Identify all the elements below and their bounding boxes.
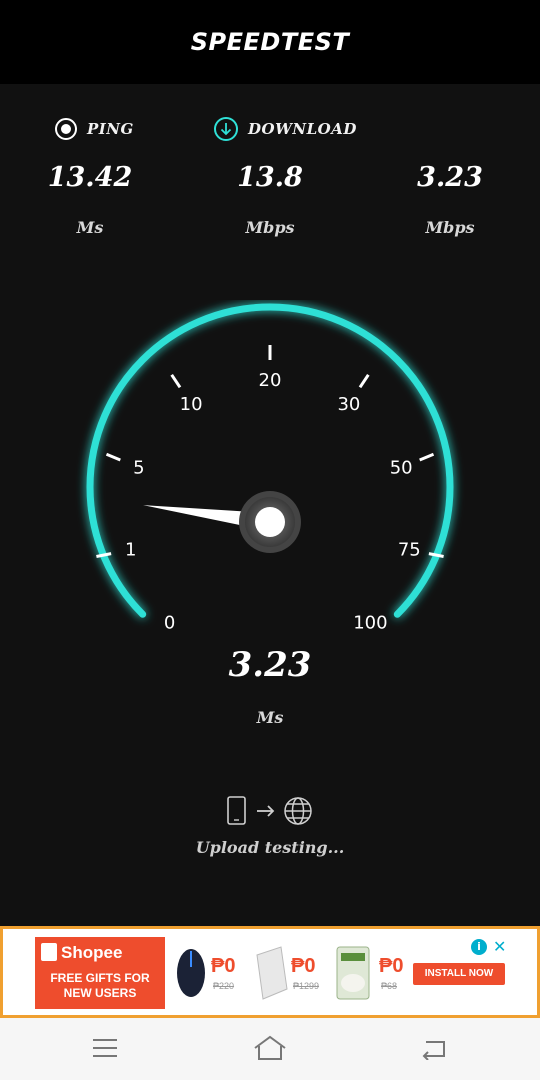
- ping-unit: Ms: [76, 218, 104, 237]
- gauge-scale-label: 1: [125, 540, 136, 561]
- gauge-scale-label: 50: [390, 458, 413, 479]
- product-price: ₱0: [291, 955, 316, 977]
- globe-icon: [284, 797, 312, 825]
- mouse-product-image: [177, 949, 205, 997]
- gauge-tick: [105, 452, 121, 462]
- ping-value: 13.42: [47, 162, 133, 193]
- phone-icon: [227, 796, 246, 825]
- menu-icon[interactable]: [90, 1036, 120, 1060]
- ad-close-icon[interactable]: ✕: [493, 937, 506, 956]
- system-nav-bar: [0, 1018, 540, 1080]
- ad-promo-panel[interactable]: Shopee FREE GIFTS FOR NEW USERS: [35, 937, 165, 1009]
- gauge-scale-label: 10: [180, 394, 203, 415]
- arrow-right-icon: [257, 805, 275, 817]
- ad-promo-line1: FREE GIFTS FOR: [50, 971, 150, 985]
- download-unit: Mbps: [245, 218, 295, 237]
- upload-unit: Mbps: [425, 218, 475, 237]
- ad-brand: Shopee: [61, 943, 123, 962]
- gauge-scale-label: 100: [353, 612, 387, 633]
- ad-banner[interactable]: Shopee FREE GIFTS FOR NEW USERS ₱0 ₱220 …: [0, 926, 540, 1018]
- upload-status-icons: [227, 796, 312, 825]
- ad-promo-line2: NEW USERS: [63, 986, 137, 1000]
- gauge-scale-label: 30: [337, 394, 360, 415]
- back-icon[interactable]: [420, 1036, 450, 1060]
- ping-label-group: PING: [55, 114, 134, 144]
- download-label: DOWNLOAD: [248, 120, 357, 138]
- gauge-tick: [419, 452, 435, 462]
- ad-content[interactable]: Shopee FREE GIFTS FOR NEW USERS ₱0 ₱220 …: [35, 937, 513, 1009]
- gauge-scale-label: 75: [398, 540, 421, 561]
- current-speed-value: 3.23: [228, 645, 312, 685]
- current-speed-unit: Ms: [256, 708, 284, 727]
- download-arrow-icon: [214, 117, 238, 141]
- gauge-scale-label: 0: [164, 612, 175, 633]
- upload-status-text: Upload testing...: [195, 838, 345, 857]
- gauge-tick: [170, 373, 182, 389]
- download-value: 13.8: [237, 162, 303, 193]
- app-title: SPEEDTEST: [190, 28, 350, 56]
- gauge-hub-center: [255, 507, 285, 537]
- gauge-tick: [428, 552, 444, 559]
- radio-dot-icon: [55, 118, 77, 140]
- gauge-tick: [358, 373, 370, 389]
- shopee-bag-icon: [41, 943, 57, 961]
- gauge-scale-label: 5: [133, 458, 144, 479]
- speed-gauge: 0 1 5 10 20 30 50 75 100: [86, 303, 454, 633]
- gauge-scale-label: 20: [259, 370, 282, 391]
- ping-label: PING: [87, 120, 134, 138]
- download-label-group: DOWNLOAD: [214, 114, 357, 144]
- app-header: SPEEDTEST: [0, 0, 540, 84]
- ad-info-icon[interactable]: i: [471, 939, 487, 955]
- product-old-price: ₱1299: [293, 981, 320, 991]
- gauge-tick: [96, 552, 112, 559]
- install-now-button[interactable]: INSTALL NOW: [413, 963, 505, 985]
- product-old-price: ₱68: [381, 981, 398, 991]
- powerbank-product-image: [256, 946, 288, 1000]
- rice-product-image: [336, 946, 370, 1000]
- product-old-price: ₱220: [213, 981, 235, 991]
- home-icon[interactable]: [252, 1034, 288, 1062]
- product-price: ₱0: [379, 955, 404, 977]
- upload-value: 3.23: [417, 162, 483, 193]
- product-price: ₱0: [211, 955, 236, 977]
- ad-promo-text: FREE GIFTS FOR NEW USERS: [35, 971, 165, 1001]
